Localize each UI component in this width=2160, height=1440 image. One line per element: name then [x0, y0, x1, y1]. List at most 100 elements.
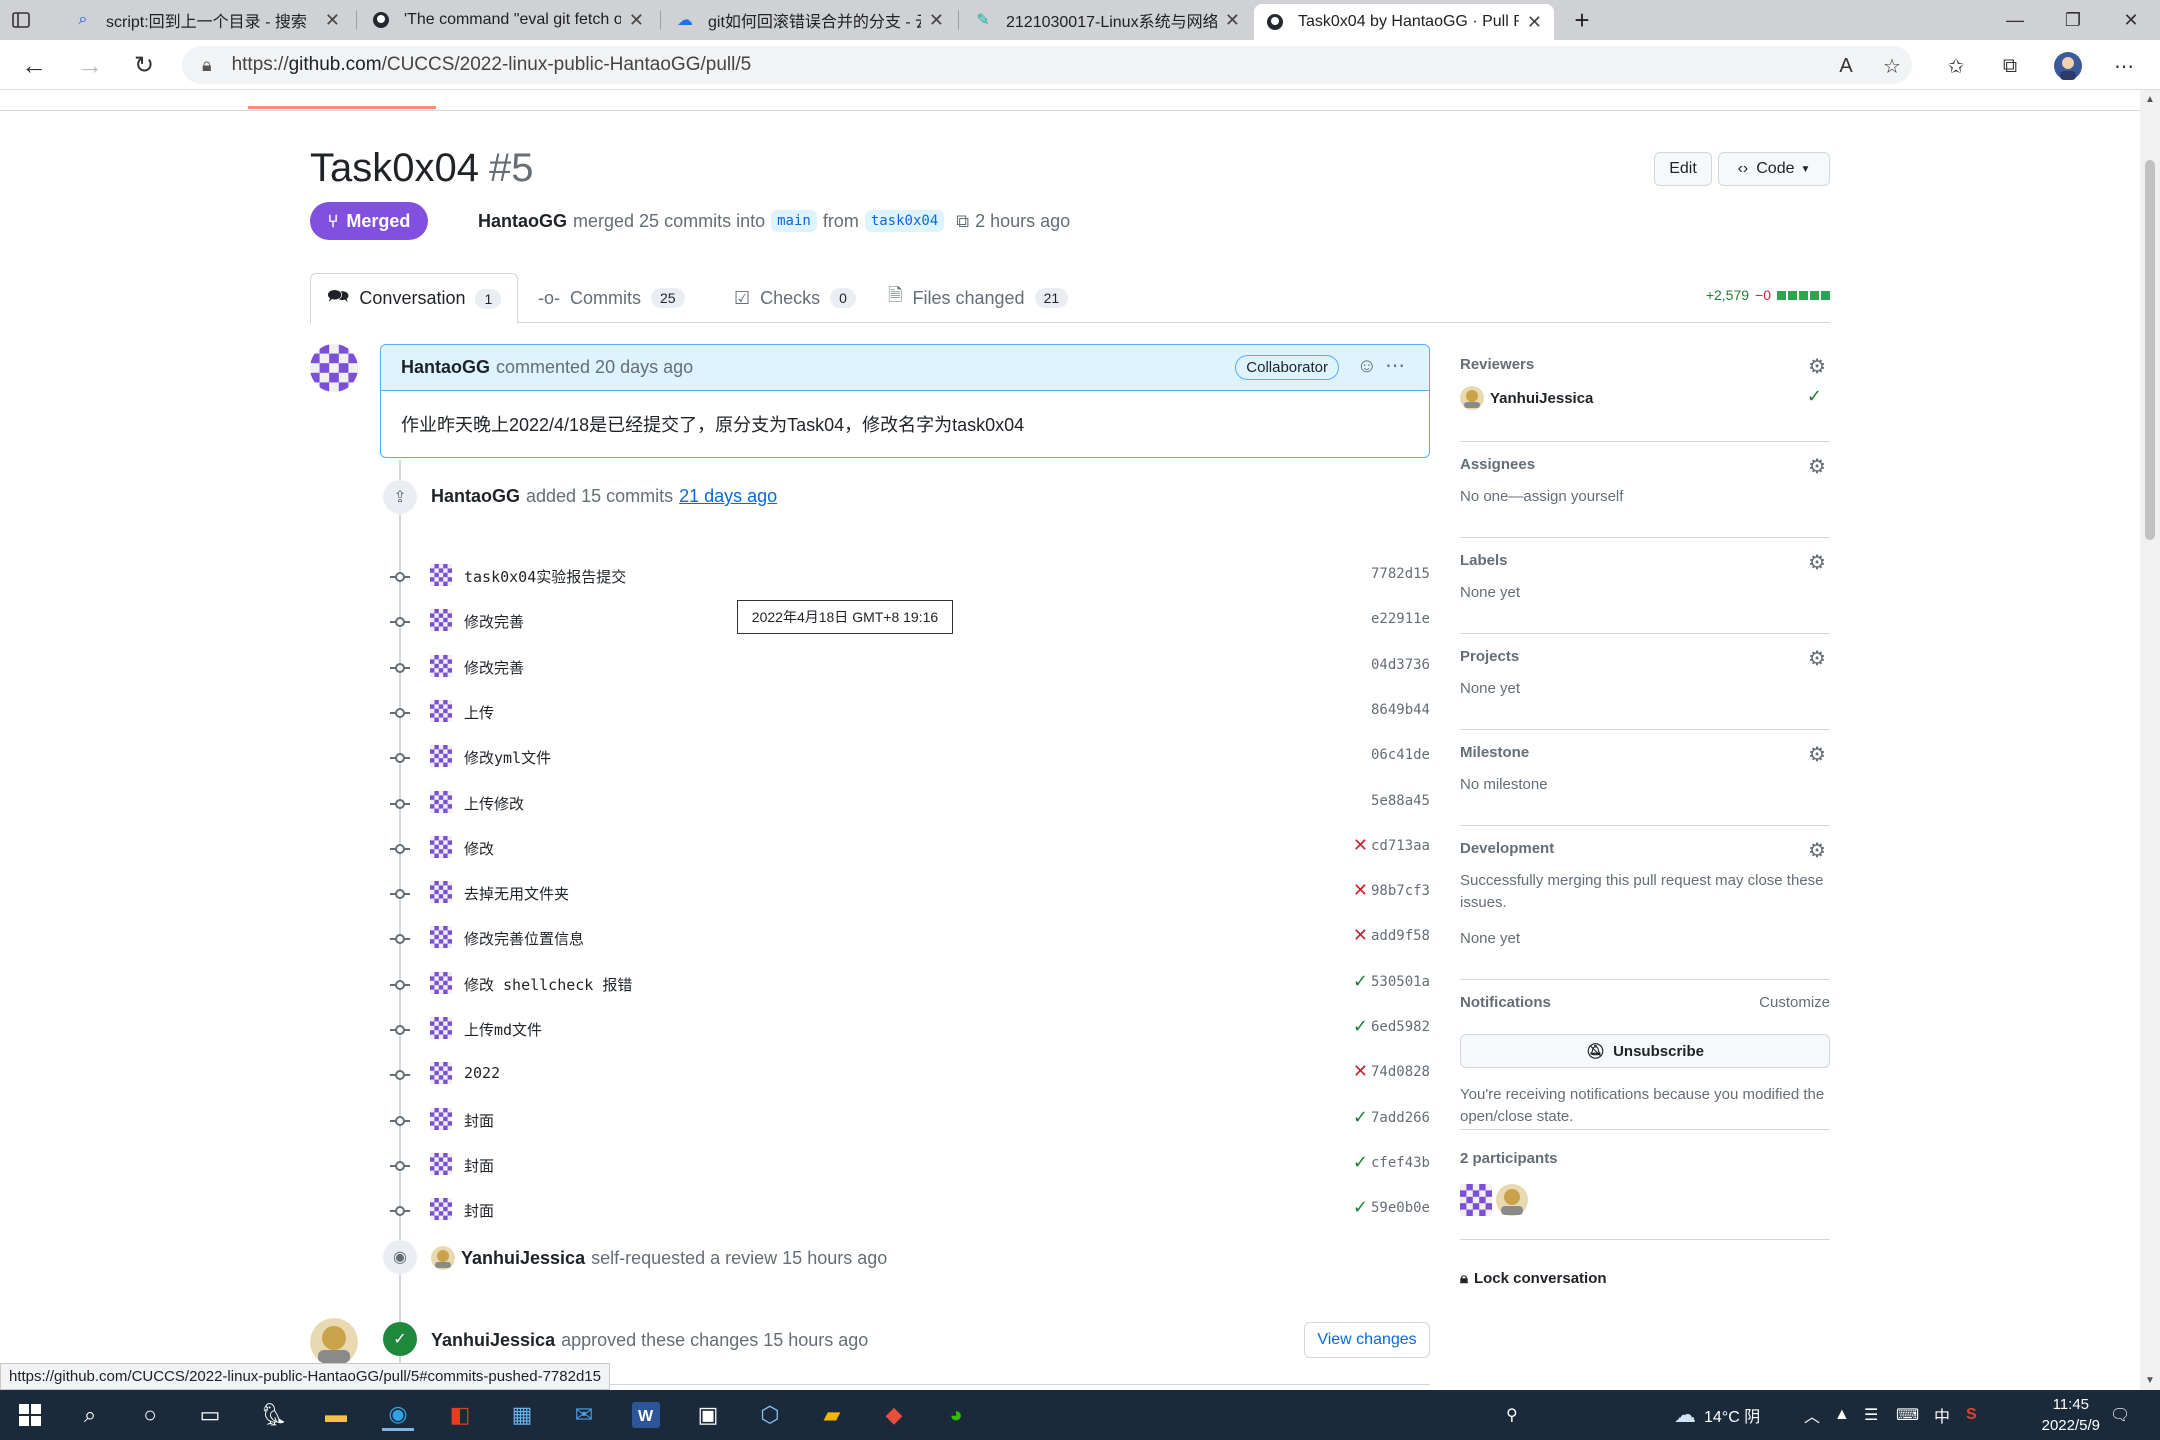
network-icon[interactable]: ☰ [1864, 1390, 1878, 1440]
windows-start-icon[interactable] [14, 1399, 46, 1431]
wechat-icon[interactable]: ◕ [940, 1399, 972, 1431]
avatar[interactable] [430, 1062, 452, 1085]
copy-icon[interactable]: ⧉ [956, 211, 969, 232]
avatar[interactable] [310, 344, 358, 392]
gear-icon[interactable]: ⚙ [1808, 354, 1826, 379]
search-icon[interactable]: ⌕ [74, 1399, 106, 1431]
taskbar-clock[interactable]: 11:45 2022/5/9 [2042, 1394, 2100, 1436]
office-icon[interactable]: ◧ [444, 1399, 476, 1431]
virtualbox-icon[interactable]: ⬡ [754, 1399, 786, 1431]
x-icon[interactable]: ✕ [1353, 1061, 1368, 1082]
base-branch[interactable]: main [771, 210, 817, 232]
gear-icon[interactable]: ⚙ [1808, 550, 1826, 575]
commit-message-link[interactable]: 封面 [464, 1200, 494, 1221]
commit-sha-link[interactable]: 530501a [1371, 974, 1430, 990]
edge-browser-icon[interactable]: ◉ [382, 1399, 414, 1431]
sidebar-title[interactable]: Reviewers [1460, 356, 1534, 373]
commit-message-link[interactable]: 上传修改 [464, 793, 524, 814]
tab-checks[interactable]: ☑ Checks 0 [718, 273, 872, 323]
sidebar-title[interactable]: Assignees [1460, 456, 1535, 473]
close-icon[interactable]: ✕ [325, 10, 340, 31]
tab-actions-button[interactable] [0, 2, 56, 38]
gear-icon[interactable]: ⚙ [1808, 646, 1826, 671]
sidebar-title[interactable]: Milestone [1460, 744, 1529, 761]
tab-files-changed[interactable]: 🗎︎ Files changed 21 [872, 273, 1084, 323]
tab-conversation[interactable]: 🗪︎ Conversation 1 [310, 273, 518, 324]
commit-message-link[interactable]: 修改完善 [464, 657, 524, 678]
avatar[interactable] [430, 835, 452, 858]
sidebar-title[interactable]: Projects [1460, 648, 1519, 665]
scroll-up-icon[interactable]: ▲ [2145, 94, 2155, 105]
commit-message-link[interactable]: task0x04实验报告提交 [464, 566, 626, 587]
browser-tab[interactable]: 'The command "eval git fetch ori ✕ [360, 2, 656, 38]
x-icon[interactable]: ✕ [1353, 835, 1368, 856]
commit-sha-link[interactable]: 5e88a45 [1371, 793, 1430, 809]
commit-sha-link[interactable]: 7add266 [1371, 1110, 1430, 1126]
x-icon[interactable]: ✕ [1353, 880, 1368, 901]
check-icon[interactable]: ✓ [1353, 1107, 1368, 1128]
collections-icon[interactable]: ⧉ [1996, 52, 2024, 80]
commit-message-link[interactable]: 修改完善 [464, 611, 524, 632]
commit-sha-link[interactable]: cfef43b [1371, 1155, 1430, 1171]
close-icon[interactable]: ✕ [629, 10, 644, 31]
task-view-icon[interactable]: ▭ [194, 1399, 226, 1431]
weather-widget[interactable]: ☁ 14°C 阴 [1674, 1390, 1760, 1440]
assign-yourself-link[interactable]: No one—assign yourself [1460, 488, 1623, 505]
ime-indicator[interactable]: 中 [1934, 1390, 1950, 1440]
favorites-icon[interactable]: ✩ [1942, 52, 1970, 80]
avatar[interactable] [430, 926, 452, 949]
back-button[interactable]: ← [18, 49, 50, 81]
customize-link[interactable]: Customize [1759, 994, 1830, 1011]
close-icon[interactable]: ✕ [1527, 12, 1542, 33]
read-aloud-icon[interactable]: A [1832, 52, 1860, 80]
scrollbar-thumb[interactable] [2145, 160, 2155, 540]
page-scrollbar[interactable]: ▲ ▼ [2140, 90, 2160, 1390]
head-branch[interactable]: task0x04 [864, 210, 945, 232]
commit-message-link[interactable]: 上传md文件 [464, 1019, 542, 1040]
people-icon[interactable]: ⚲ [1506, 1390, 1518, 1440]
commit-sha-link[interactable]: add9f58 [1371, 928, 1430, 944]
browser-tab[interactable]: ✎ 2121030017-Linux系统与网络管 ✕ [962, 2, 1252, 38]
commit-message-link[interactable]: 去掉无用文件夹 [464, 883, 569, 904]
close-icon[interactable]: ✕ [929, 10, 944, 31]
commit-sha-link[interactable]: 6ed5982 [1371, 1019, 1430, 1035]
commit-sha-link[interactable]: e22911e [1371, 611, 1430, 627]
commit-sha-link[interactable]: 74d0828 [1371, 1064, 1430, 1080]
commit-sha-link[interactable]: 59e0b0e [1371, 1200, 1430, 1216]
edit-button[interactable]: Edit [1654, 152, 1712, 186]
terminal-icon[interactable]: ▣ [692, 1399, 724, 1431]
chevron-up-icon[interactable]: ︿ [1804, 1390, 1820, 1440]
url-field[interactable]: 🔒︎ https://github.com/CUCCS/2022-linux-p… [182, 46, 1912, 84]
comment-author[interactable]: HantaoGG [401, 357, 490, 378]
mail-icon[interactable]: ✉ [568, 1399, 600, 1431]
gear-icon[interactable]: ⚙ [1808, 454, 1826, 479]
favorite-add-icon[interactable]: ☆ [1878, 52, 1906, 80]
commit-sha-link[interactable]: 8649b44 [1371, 702, 1430, 718]
code-button[interactable]: ‹› Code ▼ [1718, 152, 1830, 186]
avatar[interactable] [430, 790, 452, 813]
app-icon[interactable]: 🦜︎ [258, 1399, 290, 1431]
commit-message-link[interactable]: 修改 [464, 838, 494, 859]
reviewer-item[interactable]: YanhuiJessica [1460, 386, 1593, 410]
check-icon[interactable]: ✓ [1353, 1152, 1368, 1173]
commit-message-link[interactable]: 上传 [464, 702, 494, 723]
store-icon[interactable]: ▦ [506, 1399, 538, 1431]
commit-sha-link[interactable]: 98b7cf3 [1371, 883, 1430, 899]
minimize-icon[interactable]: — [1986, 0, 2044, 40]
restore-icon[interactable]: ❐ [2044, 0, 2102, 40]
avatar[interactable] [430, 1152, 452, 1175]
avatar[interactable] [430, 881, 452, 904]
event-time-link[interactable]: 21 days ago [679, 486, 777, 507]
kebab-menu-icon[interactable]: ⋯ [1385, 353, 1405, 378]
notifications-icon[interactable]: 🗨︎ [2110, 1390, 2130, 1440]
comment-timestamp[interactable]: commented 20 days ago [496, 357, 693, 378]
avatar[interactable] [1460, 1184, 1492, 1221]
gear-icon[interactable]: ⚙ [1808, 742, 1826, 767]
sidebar-title[interactable]: Development [1460, 840, 1554, 857]
commit-sha-link[interactable]: 7782d15 [1371, 566, 1430, 582]
lock-conversation-link[interactable]: 🔒︎ Lock conversation [1460, 1270, 1607, 1287]
more-menu-icon[interactable]: ⋯ [2110, 52, 2138, 80]
commit-sha-link[interactable]: 06c41de [1371, 747, 1430, 763]
unsubscribe-button[interactable]: 🔕︎ Unsubscribe [1460, 1034, 1830, 1068]
cortana-icon[interactable]: ○ [134, 1399, 166, 1431]
